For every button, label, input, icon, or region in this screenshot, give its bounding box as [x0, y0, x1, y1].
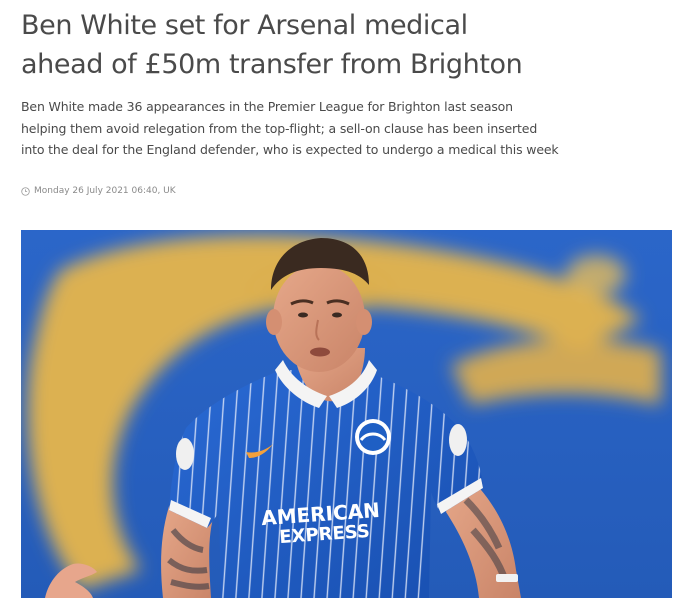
clock-icon: [21, 186, 30, 196]
headline-line-1: Ben White set for Arsenal medical: [21, 10, 468, 41]
dateline: Monday 26 July 2021 06:40, UK: [21, 186, 176, 196]
standfirst-line-2: helping them avoid relegation from the t…: [21, 120, 538, 136]
standfirst-line-3: into the deal for the England defender, …: [21, 142, 559, 157]
publish-date: Monday 26 July 2021 06:40, UK: [34, 186, 176, 196]
hero-image[interactable]: AMERICAN EXPRESS: [21, 230, 672, 598]
headline-line-2: ahead of £50m transfer from Brighton: [21, 49, 523, 80]
league-patch-right-icon: [449, 424, 467, 456]
league-patch-icon: [176, 438, 194, 470]
headline: Ben White set for Arsenal medical ahead …: [21, 6, 661, 84]
article: Ben White set for Arsenal medical ahead …: [0, 0, 680, 598]
standfirst-line-1: Ben White made 36 appearances in the Pre…: [21, 99, 513, 114]
player-photo: AMERICAN EXPRESS: [21, 230, 672, 598]
standfirst: Ben White made 36 appearances in the Pre…: [21, 96, 661, 161]
